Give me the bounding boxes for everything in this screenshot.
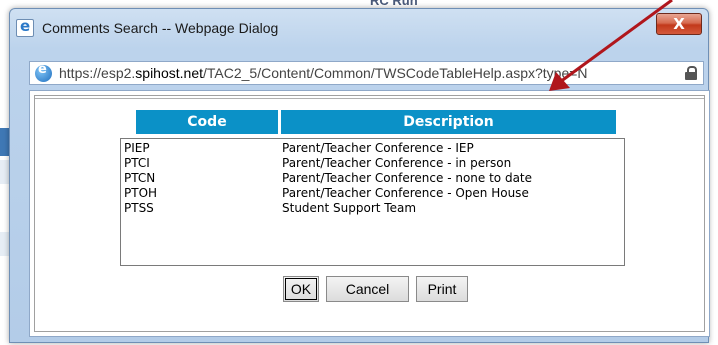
close-icon: X (673, 15, 685, 33)
content-frame: Code Description PIEP Parent/Teacher Con… (34, 95, 705, 332)
dialog-title: Comments Search -- Webpage Dialog (42, 20, 279, 36)
list-item-description: Parent/Teacher Conference - in person (282, 156, 512, 170)
url-path: /TAC2_5/Content/Common/TWSCodeTableHelp.… (203, 65, 588, 81)
lock-icon (685, 66, 697, 80)
list-item-code: PIEP (124, 141, 150, 155)
list-item-code: PTCI (124, 156, 150, 170)
list-item-description: Student Support Team (282, 201, 417, 215)
print-button[interactable]: Print (416, 276, 468, 302)
list-item[interactable]: PIEP Parent/Teacher Conference - IEP (121, 141, 624, 156)
table-header: Code Description (136, 110, 616, 134)
ie-page-icon (35, 62, 52, 82)
background-page-title: RC Run (370, 0, 418, 8)
list-item[interactable]: PTCN Parent/Teacher Conference - none to… (121, 171, 624, 186)
list-item[interactable]: PTOH Parent/Teacher Conference - Open Ho… (121, 186, 624, 201)
cancel-button[interactable]: Cancel (326, 276, 409, 302)
list-item-code: PTOH (124, 186, 158, 200)
url-scheme: https:// (59, 65, 102, 81)
comments-search-dialog: Comments Search -- Webpage Dialog X http… (9, 8, 710, 343)
address-url[interactable]: https://esp2.spihost.net/TAC2_5/Content/… (59, 65, 669, 81)
ok-button[interactable]: OK (283, 276, 319, 302)
list-item[interactable]: PTSS Student Support Team (121, 201, 624, 216)
list-item-description: Parent/Teacher Conference - none to date (282, 171, 533, 185)
list-item-description: Parent/Teacher Conference - IEP (282, 141, 474, 155)
url-host-domain: spihost.net (135, 65, 203, 81)
url-host-prefix: esp2. (101, 65, 136, 81)
code-list-box[interactable]: PIEP Parent/Teacher Conference - IEP PTC… (120, 138, 625, 266)
close-button[interactable]: X (656, 13, 702, 35)
dialog-content: Code Description PIEP Parent/Teacher Con… (29, 90, 710, 337)
list-item-description: Parent/Teacher Conference - Open House (282, 186, 529, 200)
address-bar[interactable]: https://esp2.spihost.net/TAC2_5/Content/… (29, 61, 704, 85)
ie-window-icon (16, 17, 34, 37)
list-item-code: PTSS (124, 201, 154, 215)
description-column-header: Description (281, 110, 616, 134)
list-item-code: PTCN (124, 171, 156, 185)
dialog-title-bar[interactable]: Comments Search -- Webpage Dialog X (10, 9, 708, 51)
code-column-header: Code (136, 110, 278, 134)
list-item[interactable]: PTCI Parent/Teacher Conference - in pers… (121, 156, 624, 171)
